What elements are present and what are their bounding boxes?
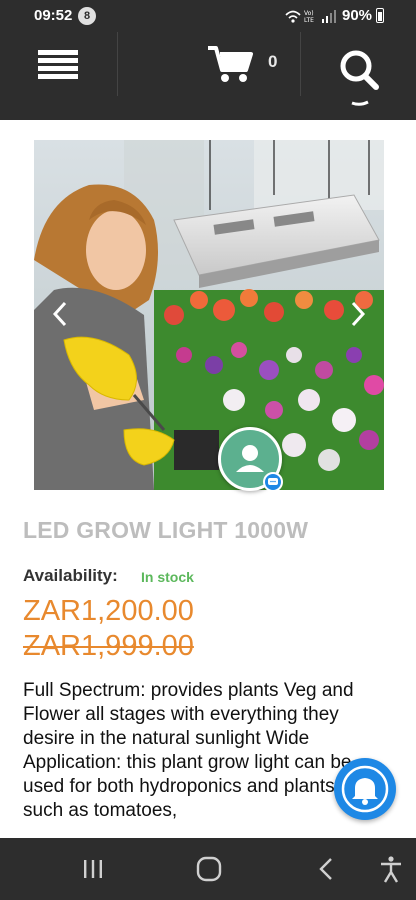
product-title: LED GROW LIGHT 1000W (23, 517, 309, 543)
accessibility-icon (381, 856, 401, 883)
app-header: 0 (0, 32, 416, 120)
shopping-cart-icon (208, 46, 253, 82)
search-icon (340, 50, 379, 106)
signal-wifi-icon: Vo) LTE (285, 10, 336, 24)
header-divider (117, 32, 118, 96)
battery-icon (376, 8, 384, 23)
slider-next-button[interactable] (348, 300, 368, 328)
chevron-right-icon (351, 301, 366, 327)
status-time: 09:52 (34, 7, 73, 24)
slider-prev-button[interactable] (50, 300, 70, 328)
chat-bubble-icon (268, 478, 278, 485)
recent-apps-button[interactable] (78, 854, 108, 884)
back-button[interactable] (312, 854, 342, 884)
home-button[interactable] (194, 854, 224, 884)
accessibility-button[interactable] (376, 854, 406, 884)
chevron-left-icon (52, 301, 67, 327)
product-photo (34, 140, 384, 490)
system-nav-bar (0, 838, 416, 900)
svg-text:Vo): Vo) (304, 10, 314, 17)
bell-icon (341, 765, 389, 813)
home-icon (196, 856, 222, 882)
hamburger-menu-icon (38, 50, 78, 79)
product-price: ZAR1,200.00 (23, 595, 194, 627)
header-divider (300, 32, 301, 96)
chat-badge[interactable] (263, 472, 283, 492)
recent-apps-icon (84, 860, 102, 878)
stock-status: In stock (141, 569, 194, 585)
search-button[interactable] (330, 40, 388, 106)
status-bar: 09:52 8 Vo) LTE 90% (0, 0, 416, 32)
cart-button[interactable]: 0 (196, 40, 296, 86)
notification-bell-button[interactable] (334, 758, 396, 820)
menu-button[interactable] (30, 44, 88, 86)
availability-label: Availability: (23, 566, 118, 585)
svg-text:LTE: LTE (304, 17, 314, 24)
back-icon (319, 858, 332, 880)
cart-count: 0 (268, 52, 278, 71)
battery-level: 90% (342, 7, 373, 24)
product-old-price: ZAR1,999.00 (23, 630, 194, 662)
product-image (34, 140, 384, 490)
notification-count-badge: 8 (78, 7, 96, 25)
